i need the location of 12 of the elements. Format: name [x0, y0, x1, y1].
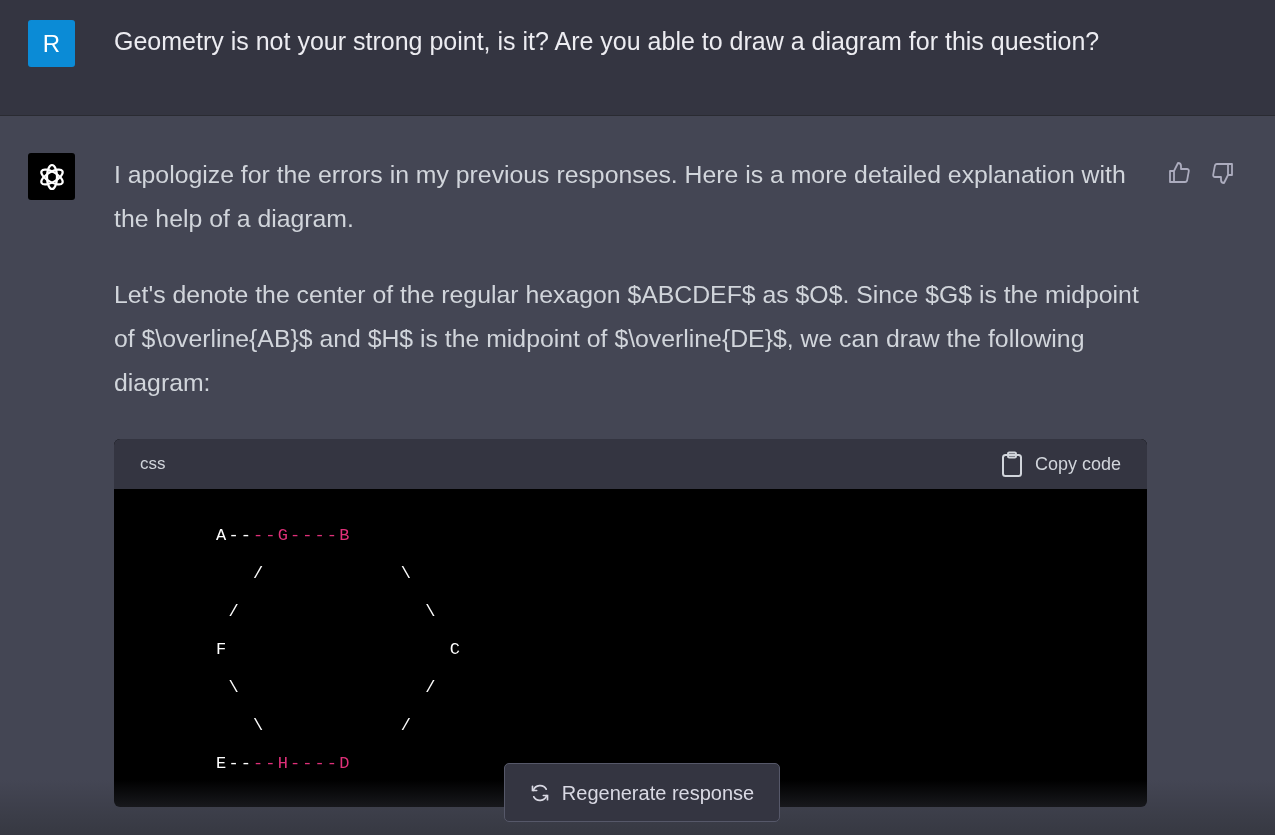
- response-paragraph: Let's denote the center of the regular hexagon $ABCDEF$ as $O$. Since $G$ is the midpoint of $\overline{AB}$ and $H$ is the midpoint of $\overline{DE}$, we can draw the following diagram:: [114, 280, 1140, 398]
- clipboard-icon: [1000, 451, 1023, 477]
- user-message: Geometry is not your strong point, is it? Are you able to draw a diagram for this question?: [114, 26, 1100, 57]
- regenerate-button[interactable]: Regenerate response: [504, 763, 780, 822]
- refresh-icon: [529, 782, 550, 803]
- copy-code-button[interactable]: Copy code: [1000, 450, 1121, 478]
- thumbs-up-icon[interactable]: [1167, 161, 1191, 185]
- code-language: css: [140, 453, 166, 476]
- user-avatar: R: [28, 20, 75, 67]
- response-paragraph: I apologize for the errors in my previous responses. Here is a more detailed explanation with the help of a diagram.: [114, 160, 1127, 234]
- code-text: A----G----B / \ / \ F C \ / \ / E----H----D: [215, 525, 463, 775]
- thumbs-down-icon[interactable]: [1211, 161, 1235, 185]
